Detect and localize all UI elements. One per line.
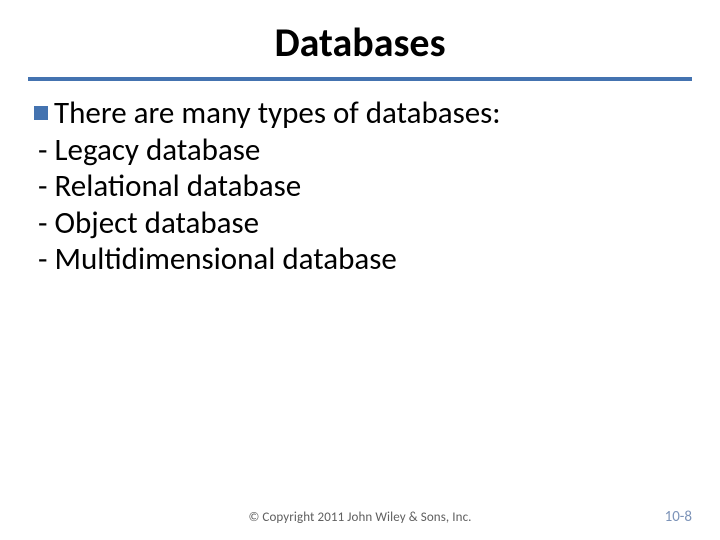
subitem: - Multidimensional database xyxy=(34,241,686,278)
subitem: - Object database xyxy=(34,205,686,242)
square-bullet-icon xyxy=(34,106,48,120)
slide: Databases There are many types of databa… xyxy=(0,0,720,540)
lead-text: There are many types of databases: xyxy=(54,95,501,132)
copyright-text: © Copyright 2011 John Wiley & Sons, Inc. xyxy=(88,510,632,525)
subitem: - Relational database xyxy=(34,168,686,205)
title-underline xyxy=(28,77,692,81)
page-number: 10-8 xyxy=(632,508,692,526)
footer: © Copyright 2011 John Wiley & Sons, Inc.… xyxy=(0,508,720,526)
content-block: There are many types of databases: - Leg… xyxy=(28,95,692,278)
bullet-row: There are many types of databases: xyxy=(34,95,686,132)
page-title: Databases xyxy=(28,18,692,73)
subitem: - Legacy database xyxy=(34,132,686,169)
